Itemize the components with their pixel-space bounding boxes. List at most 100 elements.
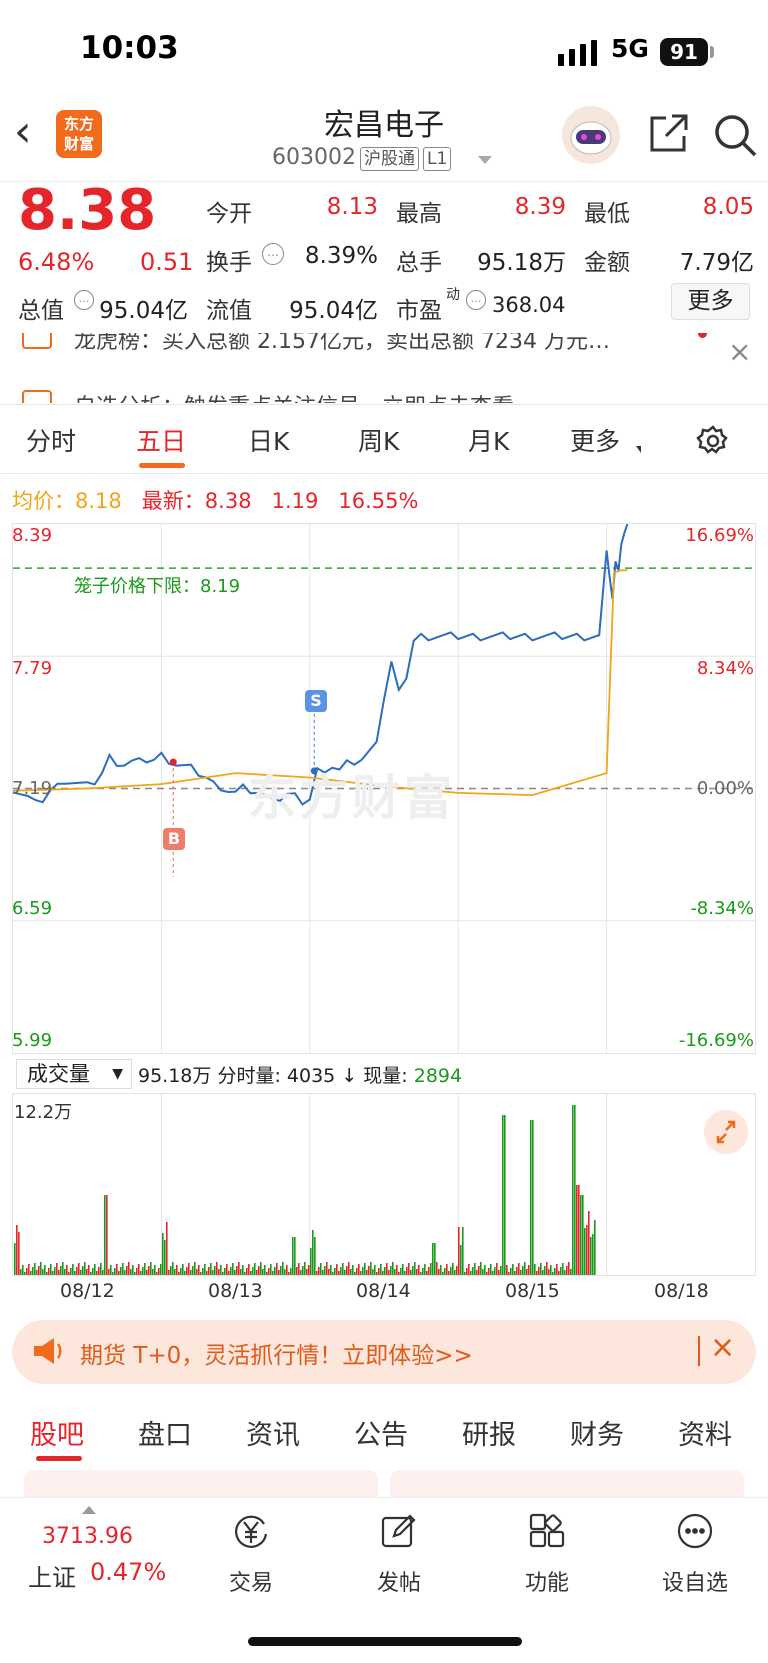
index-name: 上证 <box>28 1564 76 1592</box>
divider <box>0 404 768 405</box>
volume-bar <box>406 1267 408 1275</box>
volume-bar <box>478 1266 480 1275</box>
volume-bar <box>568 1262 570 1275</box>
volume-bar <box>446 1264 448 1275</box>
volume-bar <box>86 1269 88 1275</box>
nav-post[interactable]: 发帖 <box>349 1565 449 1597</box>
tab-daily-k[interactable]: 日K <box>248 422 289 458</box>
volume-bar <box>226 1264 228 1275</box>
tab-orderbook[interactable]: 盘口 <box>138 1413 192 1452</box>
turnover-label: 换手 <box>206 250 252 276</box>
notice-area: 龙虎榜：买入总额 2.157亿元，卖出总额 7234 万元… × 自选分析：触发… <box>0 333 768 403</box>
trade-yen-icon[interactable] <box>232 1512 270 1550</box>
tab-weekly-k[interactable]: 周K <box>358 422 399 458</box>
info-icon[interactable]: … <box>466 290 486 310</box>
tab-profile[interactable]: 资料 <box>678 1413 732 1452</box>
more-dots-icon[interactable] <box>676 1512 714 1550</box>
avg-label: 均价： <box>12 489 75 513</box>
volume-bar <box>474 1263 476 1275</box>
settings-gear-icon[interactable] <box>696 424 730 458</box>
tab-announcements[interactable]: 公告 <box>354 1413 408 1452</box>
tab-five-day[interactable]: 五日 <box>136 422 186 458</box>
volume-bar <box>184 1271 186 1275</box>
volume-bar <box>404 1271 406 1275</box>
info-icon[interactable]: … <box>262 243 284 265</box>
tab-intraday[interactable]: 分时 <box>26 422 76 458</box>
volume-bar <box>592 1234 594 1275</box>
volume-bar <box>334 1268 336 1275</box>
robot-avatar-icon[interactable] <box>562 106 620 164</box>
nav-trade[interactable]: 交易 <box>201 1565 301 1597</box>
volume-bar <box>448 1271 450 1275</box>
volume-bar <box>126 1266 128 1275</box>
chevron-up-icon[interactable] <box>82 1506 96 1514</box>
more-button[interactable]: 更多 <box>671 283 750 320</box>
volume-bar <box>496 1263 498 1275</box>
volume-bar <box>142 1267 144 1275</box>
ad-text[interactable]: 期货 T+0，灵活抓行情！立即体验>> <box>80 1336 473 1370</box>
volume-bar <box>40 1262 42 1275</box>
share-icon[interactable] <box>646 112 690 156</box>
x-label-date: 08/12 <box>60 1280 115 1302</box>
sell-marker[interactable]: S <box>305 690 327 712</box>
close-icon[interactable]: × <box>728 335 751 368</box>
volume-bar <box>250 1271 252 1275</box>
volume-bar <box>210 1263 212 1275</box>
volume-bar <box>396 1265 398 1275</box>
notice-watchlist[interactable]: 自选分析：触发重点关注信号，立即点击查看 <box>74 389 674 403</box>
volume-bar <box>386 1263 388 1275</box>
card-peek <box>390 1470 744 1498</box>
volume-bar <box>310 1248 312 1275</box>
volume-bar <box>156 1272 158 1275</box>
volume-bar <box>540 1263 542 1275</box>
post-edit-icon[interactable] <box>380 1512 418 1550</box>
volume-bar <box>154 1265 156 1275</box>
stock-code-row[interactable]: 603002 沪股通 L1 <box>272 145 452 171</box>
volume-bar <box>318 1267 320 1275</box>
nav-functions[interactable]: 功能 <box>497 1565 597 1597</box>
tab-research[interactable]: 研报 <box>462 1413 516 1452</box>
volume-bar <box>118 1271 120 1275</box>
volume-bar <box>14 1243 16 1275</box>
volume-bar <box>542 1270 544 1275</box>
buy-marker[interactable]: B <box>163 828 185 850</box>
functions-grid-icon[interactable] <box>528 1512 566 1550</box>
amount-value: 7.79亿 <box>679 250 754 276</box>
volume-bar <box>414 1262 416 1275</box>
volume-bar <box>300 1270 302 1275</box>
tab-monthly-k[interactable]: 月K <box>468 422 509 458</box>
volume-bar <box>304 1262 306 1275</box>
volume-bar <box>150 1262 152 1275</box>
close-icon[interactable]: × <box>710 1330 735 1365</box>
volume-value: 95.18万 <box>477 250 566 276</box>
search-icon[interactable] <box>712 112 758 158</box>
tab-news[interactable]: 资讯 <box>246 1413 300 1452</box>
volume-bar <box>412 1266 414 1275</box>
tab-financials[interactable]: 财务 <box>570 1413 624 1452</box>
status-time: 10:03 <box>80 30 179 66</box>
notice-dragon-tiger[interactable]: 龙虎榜：买入总额 2.157亿元，卖出总额 7234 万元… <box>74 333 674 355</box>
volume-bar <box>342 1263 344 1275</box>
chevron-down-icon[interactable] <box>478 156 492 164</box>
volume-bar <box>274 1267 276 1275</box>
volume-bar <box>384 1267 386 1275</box>
index-value[interactable]: 3713.96 <box>42 1524 133 1549</box>
nav-add-watchlist[interactable]: 设自选 <box>645 1565 745 1597</box>
volume-chart[interactable] <box>12 1093 756 1276</box>
index-pct: 0.47% <box>90 1558 167 1586</box>
volume-bar <box>526 1269 528 1275</box>
volume-bar <box>538 1267 540 1275</box>
divider <box>698 1336 700 1366</box>
home-indicator[interactable] <box>248 1637 522 1646</box>
tab-forum[interactable]: 股吧 <box>30 1413 84 1452</box>
volume-bar <box>354 1272 356 1275</box>
volume-bar <box>322 1270 324 1275</box>
expand-icon[interactable] <box>704 1110 748 1154</box>
latest-change: 1.19 <box>271 489 319 513</box>
volume-bar <box>108 1269 110 1275</box>
volume-bar <box>506 1265 508 1275</box>
tab-more[interactable]: 更多 <box>570 422 620 458</box>
volume-bar <box>220 1265 222 1275</box>
volume-bar <box>48 1268 50 1275</box>
indicator-select[interactable]: 成交量 ▼ <box>16 1059 132 1089</box>
